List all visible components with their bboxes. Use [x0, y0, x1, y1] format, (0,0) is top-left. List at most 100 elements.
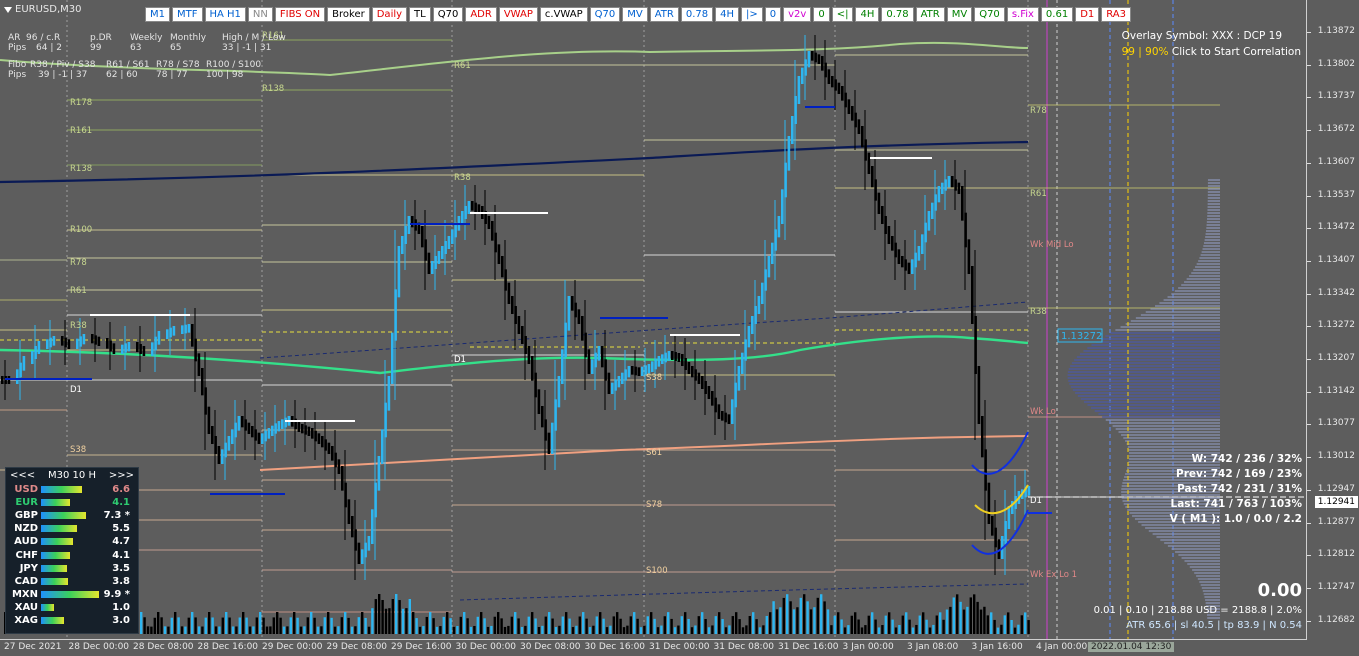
candle-body — [624, 369, 627, 381]
volume-bar — [476, 616, 479, 634]
toolbar-button-7[interactable]: TL — [409, 7, 431, 22]
toolbar-button-11[interactable]: c.VWAP — [539, 7, 588, 22]
strength-row-usd[interactable]: USD 6.6 — [6, 483, 138, 496]
candle-body — [254, 429, 257, 441]
toolbar-button-16[interactable]: 4H — [715, 7, 739, 22]
toolbar-button-13[interactable]: MV — [622, 7, 648, 22]
strength-row-chf[interactable]: CHF 4.1 — [6, 548, 138, 561]
dropdown-arrow-icon[interactable] — [4, 6, 12, 13]
candle-body — [434, 256, 437, 269]
volume-bar — [976, 601, 979, 634]
toolbar-button-26[interactable]: Q70 — [974, 7, 1005, 22]
price-axis[interactable]: 1.12941 1.13872 1.13802 1.13737 1.13672 1.13… — [1306, 0, 1359, 656]
volume-bar — [143, 617, 146, 634]
volume-bar — [320, 626, 323, 634]
volume-bar — [289, 617, 292, 634]
strength-bar — [41, 603, 54, 611]
toolbar-button-27[interactable]: s.Fix — [1006, 7, 1039, 22]
toolbar-button-30[interactable]: RA3 — [1101, 7, 1131, 22]
volume-bar — [412, 612, 415, 634]
candle-body — [641, 366, 644, 376]
toolbar-button-22[interactable]: 4H — [855, 7, 880, 22]
toolbar-button-1[interactable]: MTF — [172, 7, 203, 22]
toolbar-button-3[interactable]: NN — [247, 7, 273, 22]
volume-bar — [405, 608, 408, 634]
time-axis[interactable]: 27 Dec 2021 28 Dec 00:00 28 Dec 08:00 28 De… — [0, 639, 1307, 656]
volume-bar — [313, 617, 316, 634]
toolbar-button-2[interactable]: HA H1 — [204, 7, 246, 22]
candle-body — [727, 414, 731, 424]
candle-body — [181, 325, 184, 334]
candle-body — [907, 262, 911, 274]
toolbar-button-29[interactable]: D1 — [1075, 7, 1100, 22]
candle-body — [277, 421, 281, 432]
level-label: R38 — [1030, 307, 1047, 317]
candle-body — [687, 362, 691, 374]
overlay-symbol-panel[interactable]: Overlay Symbol: XXX : DCP 19 99 | 90% Cl… — [1122, 28, 1301, 60]
candle-body — [91, 334, 94, 344]
candle-body — [321, 436, 324, 448]
candle-body — [501, 256, 504, 278]
strength-next-button[interactable]: >>> — [109, 470, 134, 481]
correlation-button[interactable]: 99 | 90% Click to Start Correlation — [1122, 44, 1301, 60]
candle-body — [184, 324, 187, 334]
candle-body — [257, 432, 261, 444]
toolbar-button-10[interactable]: VWAP — [498, 7, 538, 22]
toolbar-button-17[interactable]: |> — [741, 7, 763, 22]
candle-body — [857, 119, 861, 134]
candle-body — [897, 249, 901, 264]
toolbar-button-0[interactable]: M1 — [145, 7, 170, 22]
candle-body — [944, 179, 947, 191]
strength-row-jpy[interactable]: JPY 3.5 — [6, 562, 138, 575]
toolbar-button-24[interactable]: ATR — [915, 7, 945, 22]
chart-area[interactable]: 1.13272 R161 R138 R178 R161 R138 R100 R78 R61 R38… — [0, 0, 1359, 656]
strength-row-xag[interactable]: XAG 3.0 — [6, 614, 138, 627]
toolbar-button-15[interactable]: 0.78 — [680, 7, 714, 22]
strength-timeframe: M30 10 H — [48, 470, 96, 481]
volume-bar — [541, 625, 544, 634]
toolbar-button-18[interactable]: 0 — [764, 7, 782, 22]
volume-bar — [898, 624, 901, 634]
candle-body — [381, 429, 384, 464]
toolbar-button-5[interactable]: Broker — [327, 7, 370, 22]
strength-row-eur[interactable]: EUR 4.1 — [6, 496, 138, 509]
toolbar-button-28[interactable]: 0.61 — [1040, 7, 1074, 22]
strength-prev-button[interactable]: <<< — [10, 470, 35, 481]
candle-body — [411, 216, 414, 228]
candle-body — [211, 426, 214, 444]
volume-bar — [636, 618, 639, 634]
toolbar-button-6[interactable]: Daily — [371, 7, 408, 22]
toolbar-button-19[interactable]: v2v — [783, 7, 812, 22]
strength-row-xau[interactable]: XAU 1.0 — [6, 601, 138, 614]
toolbar-button-21[interactable]: <| — [831, 7, 854, 22]
strength-row-nzd[interactable]: NZD 5.5 — [6, 522, 138, 535]
toolbar-button-4[interactable]: FIBS ON — [274, 7, 326, 22]
strength-row-aud[interactable]: AUD 4.7 — [6, 535, 138, 548]
strength-value: 5.5 — [112, 523, 130, 535]
strength-row-gbp[interactable]: GBP 7.3 * — [6, 509, 138, 522]
price-chart-canvas[interactable]: 1.13272R161R138R178R161R138R100R78R61R38… — [0, 0, 1307, 640]
candle-body — [142, 346, 146, 356]
panel-cell: Fibo — [8, 60, 27, 70]
toolbar-button-23[interactable]: 0.78 — [881, 7, 914, 22]
panel-cell: 63 — [130, 43, 142, 53]
level-label: R61 — [454, 61, 471, 71]
time-label: 28 Dec 16:00 — [197, 642, 259, 652]
candle-body — [524, 336, 527, 354]
strength-row-cad[interactable]: CAD 3.8 — [6, 575, 138, 588]
volume-bar — [894, 627, 898, 634]
toolbar-button-9[interactable]: ADR — [465, 7, 497, 22]
dashed-ma — [459, 583, 1029, 601]
volume-bar — [796, 607, 799, 634]
strength-row-mxn[interactable]: MXN 9.9 * — [6, 588, 138, 601]
candle-body — [787, 136, 791, 171]
toolbar-button-20[interactable]: 0 — [813, 7, 830, 22]
toolbar-button-12[interactable]: Q70 — [589, 7, 621, 22]
candle-body — [781, 189, 784, 224]
toolbar-button-25[interactable]: MV — [946, 7, 973, 22]
candle-body — [37, 341, 41, 354]
candle-body — [307, 426, 311, 436]
toolbar-button-14[interactable]: ATR — [649, 7, 679, 22]
price-label: 1.12947 — [1317, 483, 1355, 494]
toolbar-button-8[interactable]: Q70 — [432, 7, 464, 22]
